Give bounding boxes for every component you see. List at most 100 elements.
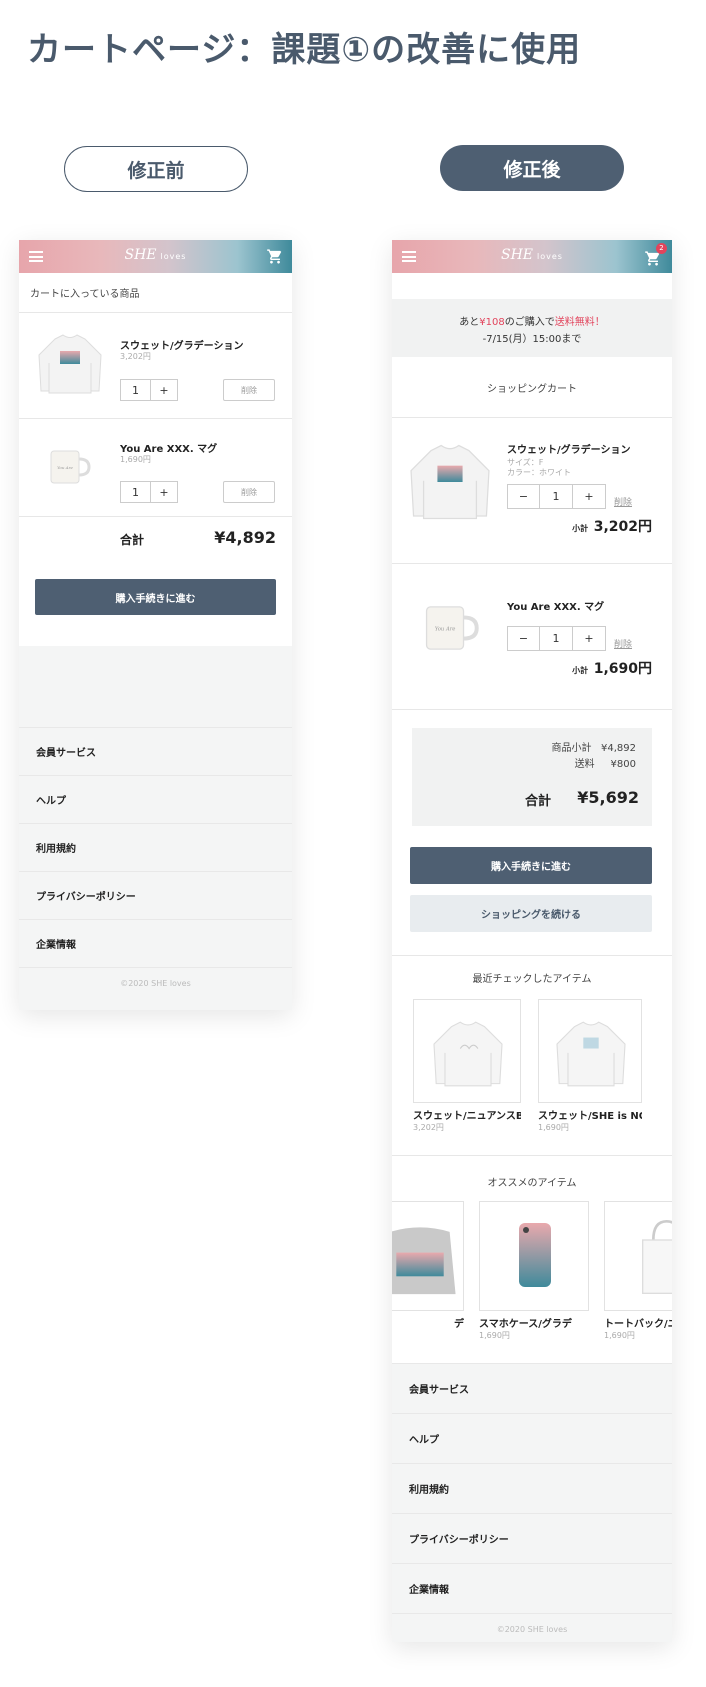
cart-icon[interactable] — [266, 248, 284, 265]
site-logo[interactable]: SHE loves — [19, 247, 292, 263]
item-name[interactable]: スウェット/グラデーション — [120, 337, 243, 352]
recent-item-card[interactable]: スウェット/ニュアンスB 3,202円 — [413, 999, 521, 1133]
page-title: カートページ：課題①の改善に使用 — [27, 30, 582, 70]
subtotal-value: ¥4,892 — [601, 743, 636, 754]
mug-thumbnail[interactable]: You Are — [43, 447, 93, 487]
sweatshirt-thumbnail — [433, 1021, 503, 1087]
item-subtotal: 小計 1,690円 — [572, 661, 652, 677]
recommend-item-price: 1,690円 — [479, 1331, 510, 1340]
item-price: 1,690円 — [120, 455, 151, 464]
quantity-stepper[interactable]: − 1 + — [507, 626, 606, 651]
footer-nav: 会員サービス ヘルプ 利用規約 プライバシーポリシー 企業情報 ©2020 SH… — [392, 1363, 672, 1642]
plus-icon[interactable]: + — [151, 482, 177, 502]
recommend-item-name[interactable]: デ — [392, 1315, 464, 1330]
plus-icon[interactable]: + — [151, 380, 177, 400]
cart-item: スウェット/グラデーション 3,202円 1 + 削除 — [19, 313, 292, 419]
recommend-item-image[interactable] — [479, 1201, 589, 1311]
item-name[interactable]: スウェット/グラデーション — [507, 441, 630, 456]
cart-section-title: カートに入っている商品 — [30, 289, 140, 300]
footer-link-help[interactable]: ヘルプ — [19, 775, 292, 823]
footer-link-terms[interactable]: 利用規約 — [392, 1463, 672, 1513]
copyright: ©2020 SHE loves — [392, 1613, 672, 1642]
svg-text:You Are: You Are — [57, 465, 73, 470]
footer-link-privacy[interactable]: プライバシーポリシー — [392, 1513, 672, 1563]
recent-item-card[interactable]: スウェット/SHE is NO 1,690円 — [538, 999, 642, 1133]
plus-icon[interactable]: + — [573, 627, 605, 650]
site-header: SHE loves — [19, 240, 292, 273]
total-value: ¥5,692 — [577, 788, 639, 807]
delete-button[interactable]: 削除 — [223, 379, 275, 401]
footer-link-member[interactable]: 会員サービス — [19, 727, 292, 775]
recommend-title: オススメのアイテム — [487, 1178, 577, 1189]
recommend-item-card[interactable]: デ — [392, 1201, 464, 1330]
recent-item-image[interactable] — [413, 999, 521, 1103]
recommend-item-card[interactable]: スマホケース/グラデ 1,690円 — [479, 1201, 589, 1341]
recommend-item-image[interactable] — [392, 1201, 464, 1311]
delete-link[interactable]: 削除 — [614, 495, 632, 508]
footer-nav: 会員サービス ヘルプ 利用規約 プライバシーポリシー 企業情報 ©2020 SH… — [19, 727, 292, 999]
delete-button[interactable]: 削除 — [223, 481, 275, 503]
shipping-label: 送料 — [574, 759, 595, 770]
recent-item-name[interactable]: スウェット/SHE is NO — [538, 1107, 642, 1122]
quantity-value: 1 — [540, 485, 573, 508]
item-name[interactable]: You Are XXX. マグ — [120, 440, 217, 455]
phone-case-thumbnail — [519, 1223, 551, 1287]
cart-item: You Are You Are XXX. マグ 1,690円 1 + 削除 — [19, 419, 292, 517]
recommend-item-name[interactable]: スマホケース/グラデ — [479, 1315, 589, 1330]
footer-link-company[interactable]: 企業情報 — [19, 919, 292, 967]
copyright: ©2020 SHE loves — [19, 967, 292, 999]
recently-viewed-section: 最近チェックしたアイテム スウェット/ニュアンスB 3,202円 スウェット/S… — [392, 955, 672, 1155]
checkout-button[interactable]: 購入手続きに進む — [35, 579, 276, 615]
after-phone-screen: SHE loves 2 あと¥108のご購入で送料無料！ -7/15(月）15:0… — [392, 240, 672, 1642]
quantity-value: 1 — [121, 380, 151, 400]
free-shipping-notice: あと¥108のご購入で送料無料！ -7/15(月）15:00まで — [392, 299, 672, 357]
total-label: 合計 — [120, 533, 145, 547]
order-summary: 商品小計 ¥4,892 送料 ¥800 合計 ¥5,692 — [412, 728, 652, 826]
site-logo[interactable]: SHE loves — [392, 247, 672, 263]
before-label: 修正前 — [64, 146, 248, 192]
plus-icon[interactable]: + — [573, 485, 605, 508]
quantity-value: 1 — [121, 482, 151, 502]
svg-text:You Are: You Are — [435, 627, 456, 633]
shipping-value: ¥800 — [610, 759, 636, 770]
footer-link-privacy[interactable]: プライバシーポリシー — [19, 871, 292, 919]
delete-link[interactable]: 削除 — [614, 637, 632, 650]
footer-link-company[interactable]: 企業情報 — [392, 1563, 672, 1613]
footer-link-terms[interactable]: 利用規約 — [19, 823, 292, 871]
quantity-stepper[interactable]: 1 + — [120, 481, 178, 503]
cart-count-badge: 2 — [656, 243, 667, 254]
order-total: 合計 ¥4,892 — [19, 517, 292, 561]
recent-item-name[interactable]: スウェット/ニュアンスB — [413, 1107, 521, 1122]
tote-bag-thumbnail — [642, 1219, 672, 1294]
checkout-button[interactable]: 購入手続きに進む — [410, 847, 652, 884]
sweatshirt-thumbnail[interactable] — [35, 333, 105, 395]
total-value: ¥4,892 — [214, 528, 276, 547]
footer-link-member[interactable]: 会員サービス — [392, 1363, 672, 1413]
item-options: サイズ：F カラー：ホワイト — [507, 458, 571, 477]
after-label: 修正後 — [440, 145, 624, 191]
cart-item: スウェット/グラデーション サイズ：F カラー：ホワイト − 1 + 削除 小計… — [392, 418, 672, 564]
item-name[interactable]: You Are XXX. マグ — [507, 598, 604, 613]
recent-title: 最近チェックしたアイテム — [472, 974, 592, 985]
site-header: SHE loves 2 — [392, 240, 672, 273]
item-subtotal: 小計 3,202円 — [572, 519, 652, 535]
minus-icon[interactable]: − — [508, 627, 540, 650]
item-price: 3,202円 — [120, 352, 151, 361]
recent-item-price: 1,690円 — [538, 1123, 569, 1132]
recent-item-image[interactable] — [538, 999, 642, 1103]
mug-thumbnail[interactable]: You Are — [416, 598, 482, 658]
recommend-item-name[interactable]: トートバック/ニ — [604, 1315, 672, 1330]
cart-section-title: ショッピングカート — [487, 383, 577, 395]
footer-link-help[interactable]: ヘルプ — [392, 1413, 672, 1463]
recommend-item-card[interactable]: トートバック/ニ 1,690円 — [604, 1201, 672, 1341]
sweatshirt-thumbnail — [556, 1021, 626, 1087]
minus-icon[interactable]: − — [508, 485, 540, 508]
recommend-item-price: 1,690円 — [604, 1331, 635, 1340]
sweatshirt-thumbnail[interactable] — [406, 440, 494, 524]
recommend-item-image[interactable] — [604, 1201, 672, 1311]
quantity-value: 1 — [540, 627, 573, 650]
quantity-stepper[interactable]: − 1 + — [507, 484, 606, 509]
pouch-thumbnail — [392, 1227, 456, 1295]
quantity-stepper[interactable]: 1 + — [120, 379, 178, 401]
continue-shopping-button[interactable]: ショッピングを続ける — [410, 895, 652, 932]
